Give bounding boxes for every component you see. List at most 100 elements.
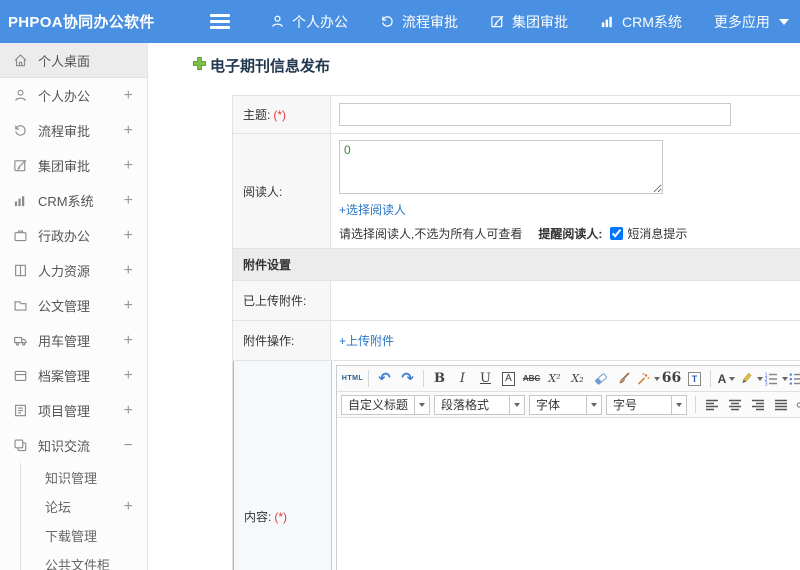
insert-link-icon[interactable] [792, 394, 800, 415]
font-family-dropdown[interactable]: 字体 [529, 394, 603, 415]
nav-group-approval[interactable]: 集团审批 [490, 12, 568, 32]
page-title: 电子期刊信息发布 [192, 55, 330, 76]
editor-content-area[interactable] [337, 418, 800, 570]
expand-toggle[interactable]: + [124, 367, 133, 384]
content-label: 内容: [244, 510, 272, 524]
custom-title-dropdown[interactable]: 自定义标题 [341, 394, 431, 415]
sidebar-subitem-public-cabinet[interactable]: 公共文件柜 [21, 550, 147, 570]
sidebar-item-label: 档案管理 [38, 369, 91, 384]
sidebar-item-label: 人力资源 [38, 264, 91, 279]
expand-toggle[interactable]: + [124, 498, 133, 515]
sidebar-item-archives[interactable]: 档案管理 + [0, 358, 147, 393]
app-logo[interactable]: PHPOA协同办公软件 [0, 11, 198, 32]
editor-toolbar-row1: HTML ↶ ↷ B I U A ABC X² X₂ 66 T A 1 2 3 [337, 366, 800, 392]
expand-toggle[interactable]: + [124, 297, 133, 314]
collapse-toggle[interactable]: − [124, 437, 133, 454]
green-plus-icon [192, 56, 207, 75]
sidebar-item-workflow[interactable]: 流程审批 + [0, 113, 147, 148]
sidebar-subitem-downloads[interactable]: 下载管理 [21, 521, 147, 550]
expand-toggle[interactable]: + [124, 192, 133, 209]
autotypeset-button[interactable]: A [497, 368, 520, 389]
nav-more-apps[interactable]: 更多应用 [714, 12, 789, 32]
hamburger-menu-icon[interactable] [210, 14, 230, 29]
sidebar-item-admin-office[interactable]: 行政办公 + [0, 218, 147, 253]
sidebar-subitem-knowledge-mgmt[interactable]: 知识管理 [21, 463, 147, 492]
sidebar-subitem-forum[interactable]: 论坛 + [21, 492, 147, 521]
chevron-down-icon [729, 376, 736, 381]
align-left-icon[interactable] [700, 394, 723, 415]
top-nav: 个人办公 流程审批 集团审批 CRM系统 更多应用 [270, 12, 789, 32]
sidebar-item-crm[interactable]: CRM系统 + [0, 183, 147, 218]
font-color-button[interactable]: A [715, 368, 738, 389]
bar-chart-icon [13, 193, 28, 208]
paste-text-button[interactable]: T [683, 368, 706, 389]
sidebar-item-vehicle[interactable]: 用车管理 + [0, 323, 147, 358]
person-icon [13, 88, 28, 103]
subscript-button[interactable]: X₂ [566, 368, 589, 389]
sidebar-item-label: 行政办公 [38, 229, 91, 244]
align-justify-icon[interactable] [769, 394, 792, 415]
blockquote-button[interactable]: 66 [660, 368, 683, 389]
nav-label: 个人办公 [292, 13, 348, 30]
underline-button[interactable]: U [474, 368, 497, 389]
expand-toggle[interactable]: + [124, 402, 133, 419]
actions-label: 附件操作: [243, 334, 295, 348]
select-readers-link[interactable]: +选择阅读人 [339, 203, 406, 217]
history-icon [380, 14, 395, 29]
sidebar-item-documents[interactable]: 公文管理 + [0, 288, 147, 323]
expand-toggle[interactable]: + [124, 227, 133, 244]
expand-toggle[interactable]: + [124, 332, 133, 349]
align-center-icon[interactable] [723, 394, 746, 415]
redo-button[interactable]: ↷ [396, 368, 419, 389]
nav-label: 更多应用 [713, 13, 770, 30]
upload-attachment-link[interactable]: +上传附件 [339, 332, 394, 349]
expand-toggle[interactable]: + [124, 262, 133, 279]
nav-personal-office[interactable]: 个人办公 [270, 12, 348, 32]
publish-form: 主题: (*) 阅读人: 0 +选择阅读人 请选择阅读人,不选为所有人可查看 提… [232, 95, 800, 570]
html-source-button[interactable]: HTML [341, 368, 364, 389]
undo-button[interactable]: ↶ [373, 368, 396, 389]
ordered-list-icon[interactable]: 123 [763, 368, 788, 389]
strikethrough-button[interactable]: ABC [520, 368, 543, 389]
sidebar-item-projects[interactable]: 项目管理 + [0, 393, 147, 428]
attachments-section-header: 附件设置 [233, 249, 800, 281]
chevron-down-icon [671, 395, 686, 414]
expand-toggle[interactable]: + [124, 87, 133, 104]
unordered-list-icon[interactable] [788, 368, 800, 389]
sms-notify-checkbox[interactable] [610, 227, 624, 240]
readers-textarea[interactable]: 0 [339, 140, 663, 194]
sidebar-item-label: 知识交流 [38, 439, 91, 454]
sidebar: 个人桌面 个人办公 + 流程审批 + 集团审批 + CRM系统 + 行政办公 + [0, 43, 148, 570]
bold-button[interactable]: B [428, 368, 451, 389]
nav-crm[interactable]: CRM系统 [600, 12, 682, 32]
format-brush-icon[interactable] [612, 368, 635, 389]
content-label-cell: 内容: (*) [234, 361, 332, 570]
actions-label-cell: 附件操作: [233, 321, 331, 360]
readers-label-cell: 阅读人: [233, 134, 331, 248]
subject-input[interactable] [339, 103, 731, 126]
expand-toggle[interactable]: + [124, 157, 133, 174]
nav-workflow-approval[interactable]: 流程审批 [380, 12, 458, 32]
sms-notify-label: 短消息提示 [627, 227, 688, 241]
edit-icon [13, 158, 28, 173]
svg-text:3: 3 [765, 381, 768, 387]
sidebar-item-personal-office[interactable]: 个人办公 + [0, 78, 147, 113]
align-right-icon[interactable] [746, 394, 769, 415]
highlight-pen-icon[interactable] [738, 368, 763, 389]
sidebar-item-label: 项目管理 [38, 404, 91, 419]
required-mark: (*) [274, 509, 288, 524]
sidebar-item-knowledge[interactable]: 知识交流 − [0, 428, 147, 463]
autoformat-wand-icon[interactable] [635, 368, 660, 389]
main-content: 电子期刊信息发布 主题: (*) 阅读人: 0 +选择阅读人 请选择阅读人,不选… [148, 43, 800, 570]
paragraph-format-dropdown[interactable]: 段落格式 [434, 394, 526, 415]
sidebar-subitem-label: 论坛 [45, 500, 72, 515]
font-size-dropdown[interactable]: 字号 [606, 394, 688, 415]
readers-row: 阅读人: 0 +选择阅读人 请选择阅读人,不选为所有人可查看 提醒阅读人: 短消… [233, 134, 800, 249]
sidebar-item-hr[interactable]: 人力资源 + [0, 253, 147, 288]
sidebar-item-group-approval[interactable]: 集团审批 + [0, 148, 147, 183]
expand-toggle[interactable]: + [124, 122, 133, 139]
sidebar-item-desktop[interactable]: 个人桌面 [0, 43, 147, 78]
superscript-button[interactable]: X² [543, 368, 566, 389]
italic-button[interactable]: I [451, 368, 474, 389]
eraser-icon[interactable] [589, 368, 612, 389]
